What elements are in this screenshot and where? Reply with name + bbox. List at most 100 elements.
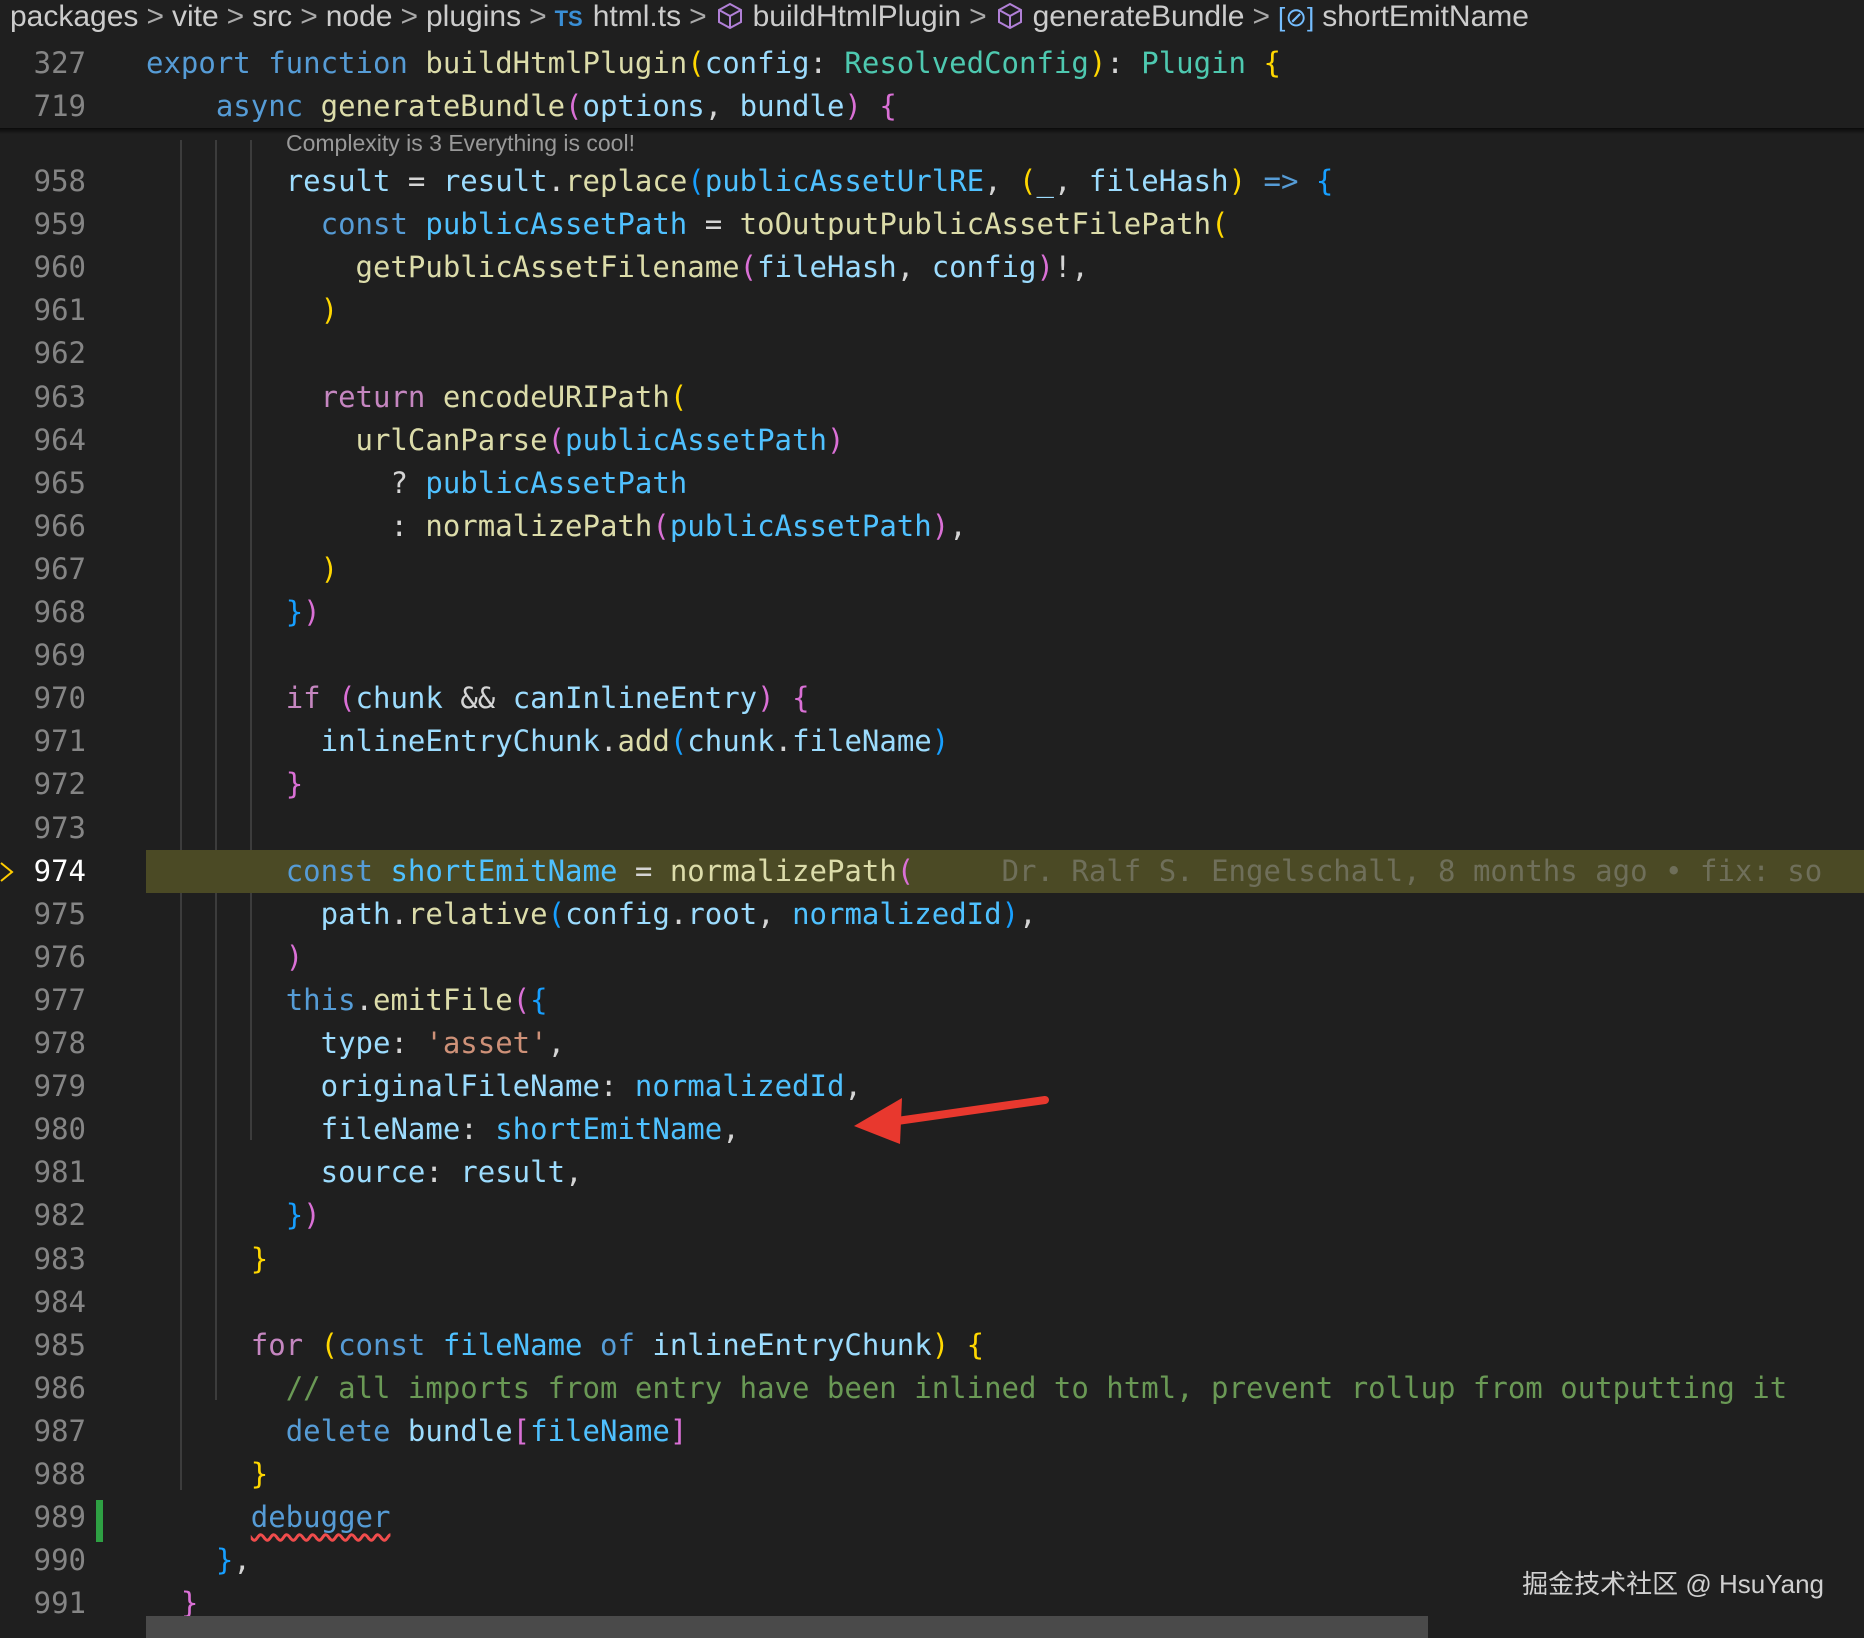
line-text: debugger [146,1496,391,1539]
code-line[interactable]: 968 }) [0,591,1864,634]
code-token: , [565,1155,583,1190]
breadcrumb-item[interactable]: buildHtmlPlugin [715,0,961,33]
code-line[interactable]: 960 getPublicAssetFilename(fileHash, con… [0,246,1864,289]
code-line[interactable]: 977 this.emitFile({ [0,979,1864,1022]
code-token: , [704,89,740,123]
code-line[interactable]: 963 return encodeURIPath( [0,376,1864,419]
code-line[interactable]: 976 ) [0,936,1864,979]
code-token: , [1019,896,1037,931]
code-token: { [792,681,810,716]
breadcrumb-item[interactable]: plugins [426,0,521,33]
code-line[interactable]: 982 }) [0,1194,1864,1237]
code-line[interactable]: 965 ? publicAssetPath [0,462,1864,505]
line-number: 979 [33,1069,86,1104]
code-line[interactable]: 327 export function buildHtmlPlugin(confi… [0,42,1864,85]
code-token: } [285,1198,304,1233]
code-line[interactable]: 962 [0,332,1864,375]
breadcrumb-item[interactable]: [⊘] shortEmitName [1278,0,1529,33]
breadcrumb-item[interactable]: node [326,0,393,33]
code-line[interactable]: 986 // all imports from entry have been … [0,1367,1864,1410]
breadcrumb-item[interactable]: vite [172,0,219,33]
code-token: ( [687,164,705,198]
breadcrumb-item[interactable]: generateBundle [995,0,1245,33]
code-token: result [285,164,408,198]
code-line[interactable]: 975 path.relative(config.root, normalize… [0,893,1864,936]
code-token: ( [669,724,688,759]
code-token: { [966,1327,985,1362]
codelens-complexity[interactable]: Complexity is 3 Everything is cool! [286,130,635,157]
red-arrow-annotation [854,1096,1049,1144]
line-text: export function buildHtmlPlugin(config: … [146,42,1281,85]
code-token: } [250,1241,269,1276]
code-token: ( [547,896,566,931]
code-line[interactable]: 983 } [0,1238,1864,1281]
code-token: ) [1001,896,1020,931]
code-token: bundle [739,89,845,123]
code-token: fileHash [1088,164,1229,198]
code-token: result [442,164,548,198]
code-line[interactable]: 989 debugger [0,1496,1864,1539]
breadcrumb-item[interactable]: src [252,0,292,33]
code-line[interactable]: 981 source: result, [0,1151,1864,1194]
code-line[interactable]: 964 urlCanParse(publicAssetPath) [0,419,1864,462]
line-text: const publicAssetPath = toOutputPublicAs… [146,203,1229,246]
code-line[interactable]: 988 } [0,1453,1864,1496]
breadcrumb-label: packages [10,0,139,33]
code-line[interactable]: 978 type: 'asset', [0,1022,1864,1065]
code-line[interactable]: 987 delete bundle[fileName] [0,1410,1864,1453]
code-line[interactable]: 966 : normalizePath(publicAssetPath), [0,505,1864,548]
code-token: , [547,1026,566,1060]
code-line[interactable]: 974 const shortEmitName = normalizePath(… [0,849,1864,893]
breadcrumb-label: generateBundle [1032,0,1245,33]
code-line[interactable]: 984 [0,1281,1864,1324]
code-line[interactable]: 958 result = result.replace(publicAssetU… [0,160,1864,203]
line-text: // all imports from entry have been inli… [146,1367,1788,1410]
code-token: } [285,595,304,629]
code-token: && [460,681,513,716]
line-number: 973 [33,810,86,845]
breadcrumb-item[interactable]: packages [10,0,138,33]
code-line[interactable]: 967 ) [0,548,1864,591]
code-token: debugger [250,1500,391,1535]
code-token: chunk [355,681,461,716]
code-token: : [809,46,845,80]
breadcrumb-item[interactable]: TS html.ts [555,0,681,33]
code-line[interactable]: 973 [0,807,1864,850]
code-token: originalFileName [320,1069,600,1104]
line-text: ? publicAssetPath [146,462,687,505]
code-token: , [984,164,1020,198]
code-line[interactable]: 961 ) [0,289,1864,332]
horizontal-scrollbar[interactable] [146,1616,1428,1638]
code-line[interactable]: 971 inlineEntryChunk.add(chunk.fileName) [0,720,1864,763]
code-token: if [285,681,339,716]
code-token: } [215,1543,234,1578]
code-line[interactable]: 970 if (chunk && canInlineEntry) { [0,677,1864,720]
breakpoint-arrow-icon[interactable] [0,862,14,882]
code-line[interactable]: 969 [0,634,1864,677]
code-line[interactable]: 985 for (const fileName of inlineEntryCh… [0,1324,1864,1367]
code-token: ( [1019,164,1037,198]
code-token: path [320,896,391,931]
code-line[interactable]: 719 async generateBundle(options, bundle… [0,85,1864,128]
line-text: urlCanParse(publicAssetPath) [146,419,845,462]
code-token: = [704,207,740,242]
code-token: normalizePath [669,853,897,888]
git-added-marker[interactable] [96,1500,103,1542]
code-token: canInlineEntry [512,681,758,716]
code-line[interactable]: 959 const publicAssetPath = toOutputPubl… [0,203,1864,246]
line-number: 958 [33,164,86,198]
line-number: 975 [33,896,86,931]
code-line[interactable]: 972 } [0,763,1864,806]
line-number: 971 [33,724,86,759]
line-text: delete bundle[fileName] [146,1410,688,1453]
chevron-right-icon: > [969,0,987,33]
breadcrumb-label: plugins [426,0,522,33]
line-number: 988 [33,1457,86,1491]
